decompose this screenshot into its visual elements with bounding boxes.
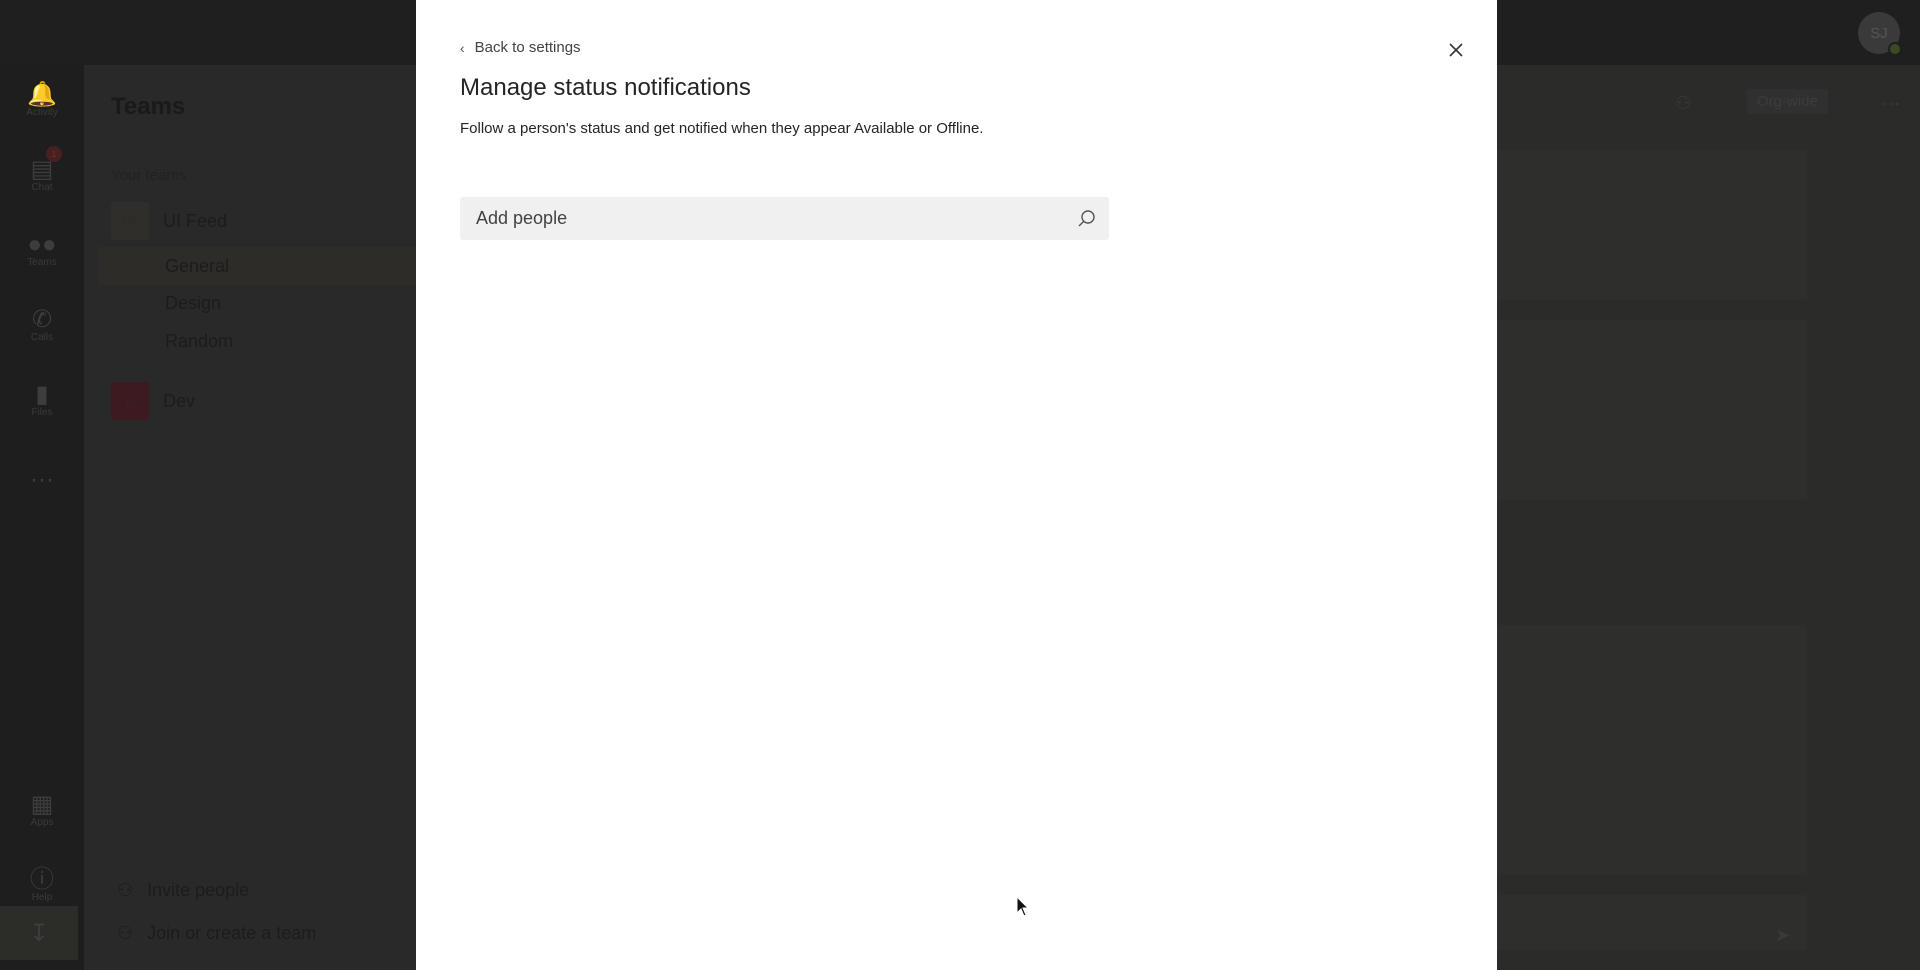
add-people-input[interactable]: [476, 208, 1077, 229]
team-name: Dev: [163, 390, 196, 411]
rail-item-chat[interactable]: ▤ 1 Chat: [0, 140, 84, 210]
rail-item-calls[interactable]: ✆ Calls: [0, 290, 84, 360]
back-label: Back to settings: [474, 39, 581, 56]
team-avatar: UF: [111, 202, 149, 240]
rail-item-files[interactable]: ▮ Files: [0, 365, 84, 435]
channel-random[interactable]: Random: [165, 331, 233, 352]
join-team-icon: ⚇: [117, 923, 134, 943]
unread-badge: 1: [46, 146, 62, 162]
avatar[interactable]: SJ: [1858, 12, 1902, 56]
search-icon[interactable]: [1077, 209, 1097, 229]
channel-general[interactable]: General: [98, 247, 416, 285]
rail-label: Files: [31, 406, 53, 418]
rail-item-apps[interactable]: ▦ Apps: [0, 775, 84, 845]
bell-icon: 🔔: [27, 80, 57, 108]
back-to-settings-link[interactable]: ‹ Back to settings: [460, 39, 581, 56]
team-ui-feed[interactable]: UF UI Feed: [111, 202, 227, 240]
team-avatar: D: [111, 382, 149, 420]
phone-icon: ✆: [31, 305, 53, 333]
download-icon: ↧: [28, 919, 50, 947]
download-button[interactable]: ↧: [0, 906, 78, 960]
mouse-cursor-icon: [1016, 896, 1030, 917]
compose-box[interactable]: [1497, 895, 1807, 950]
sidebar-title: Teams: [111, 93, 186, 120]
join-create-team-button[interactable]: ⚇ Join or create a team: [117, 923, 316, 944]
avatar-initials: SJ: [1870, 24, 1888, 42]
more-apps-button[interactable]: ···: [0, 445, 84, 515]
channel-design[interactable]: Design: [165, 293, 221, 314]
section-label: Your teams: [111, 167, 187, 184]
team-name: UI Feed: [163, 210, 228, 231]
apps-icon: ▦: [30, 790, 54, 818]
team-members-icon[interactable]: ⚇: [1675, 93, 1691, 114]
message-card: [1497, 625, 1807, 875]
message-card: [1497, 320, 1807, 500]
rail-label: Apps: [30, 816, 54, 828]
message-card: [1497, 150, 1807, 300]
invite-people-button[interactable]: ⚇ Invite people: [117, 880, 249, 901]
teams-icon: ●●: [27, 230, 57, 258]
send-icon[interactable]: ➤: [1775, 925, 1790, 946]
invite-label: Invite people: [147, 880, 250, 900]
rail-label: Chat: [31, 181, 53, 193]
dialog-description: Follow a person's status and get notifie…: [460, 120, 984, 137]
app-rail: 🔔 Activity ▤ 1 Chat ●● Teams ✆ Calls ▮ Files ·…: [0, 65, 84, 970]
rail-label: Calls: [30, 331, 54, 343]
settings-dialog: ‹ Back to settings Manage status notifica…: [416, 0, 1497, 970]
rail-label: Help: [31, 891, 53, 903]
rail-item-teams[interactable]: ●● Teams: [0, 215, 84, 285]
join-label: Join or create a team: [147, 923, 317, 943]
rail-label: Activity: [26, 106, 58, 118]
team-dev[interactable]: D Dev: [111, 382, 195, 420]
close-icon[interactable]: [1444, 38, 1468, 62]
invite-icon: ⚇: [117, 880, 134, 900]
more-options-icon[interactable]: ···: [1882, 93, 1900, 114]
chevron-left-icon: ‹: [460, 39, 465, 56]
org-wide-badge[interactable]: Org-wide: [1747, 89, 1828, 114]
rail-label: Teams: [27, 256, 57, 268]
channel-area: ⚇ Org-wide ··· ➤: [1497, 65, 1920, 970]
help-icon: ⓘ: [30, 865, 54, 893]
teams-sidebar: Teams Your teams UF UI Feed General Desig…: [84, 65, 416, 970]
add-people-search[interactable]: [460, 197, 1109, 240]
rail-item-activity[interactable]: 🔔 Activity: [0, 65, 84, 135]
more-icon: ···: [30, 466, 54, 493]
presence-available-icon: [1888, 42, 1902, 56]
dialog-title: Manage status notifications: [460, 74, 751, 101]
file-icon: ▮: [35, 380, 49, 408]
